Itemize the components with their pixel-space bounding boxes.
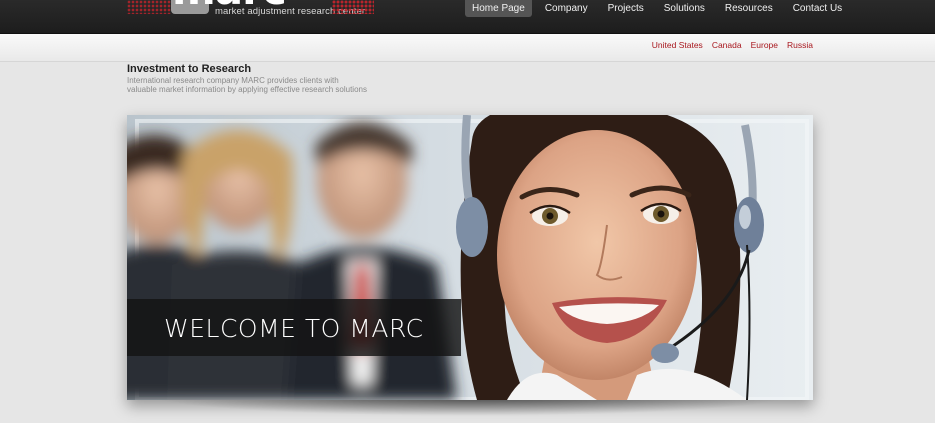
region-link-europe[interactable]: Europe: [751, 40, 778, 50]
intro-section: Investment to Research International res…: [127, 63, 367, 94]
region-link-russia[interactable]: Russia: [787, 40, 813, 50]
nav-item-projects[interactable]: Projects: [601, 0, 651, 17]
nav-item-home[interactable]: Home Page: [465, 0, 532, 17]
hero-banner: WELCOME TO MARC: [127, 115, 813, 400]
welcome-heading: WELCOME TO MARC: [164, 314, 424, 343]
nav-item-contact[interactable]: Contact Us: [786, 0, 849, 17]
welcome-banner: WELCOME TO MARC: [127, 299, 461, 356]
logo-dot-pattern-left: [127, 0, 171, 14]
top-header: marc market adjustment research center H…: [0, 0, 935, 34]
logo-mark: marc market adjustment research center: [171, 0, 365, 17]
intro-text: International research company MARC prov…: [127, 76, 367, 94]
logo-dot-pattern-right: [332, 0, 374, 14]
marc-logo[interactable]: marc market adjustment research center: [127, 0, 377, 33]
region-bar: United States Canada Europe Russia: [0, 34, 935, 62]
intro-title: Investment to Research: [127, 63, 252, 75]
hero-image: [127, 115, 813, 400]
nav-item-solutions[interactable]: Solutions: [657, 0, 712, 17]
region-nav: United States Canada Europe Russia: [643, 40, 813, 50]
nav-item-company[interactable]: Company: [538, 0, 595, 17]
main-nav: Home Page Company Projects Solutions Res…: [465, 0, 855, 17]
nav-item-resources[interactable]: Resources: [718, 0, 780, 17]
region-link-united-states[interactable]: United States: [652, 40, 703, 50]
region-link-canada[interactable]: Canada: [712, 40, 742, 50]
